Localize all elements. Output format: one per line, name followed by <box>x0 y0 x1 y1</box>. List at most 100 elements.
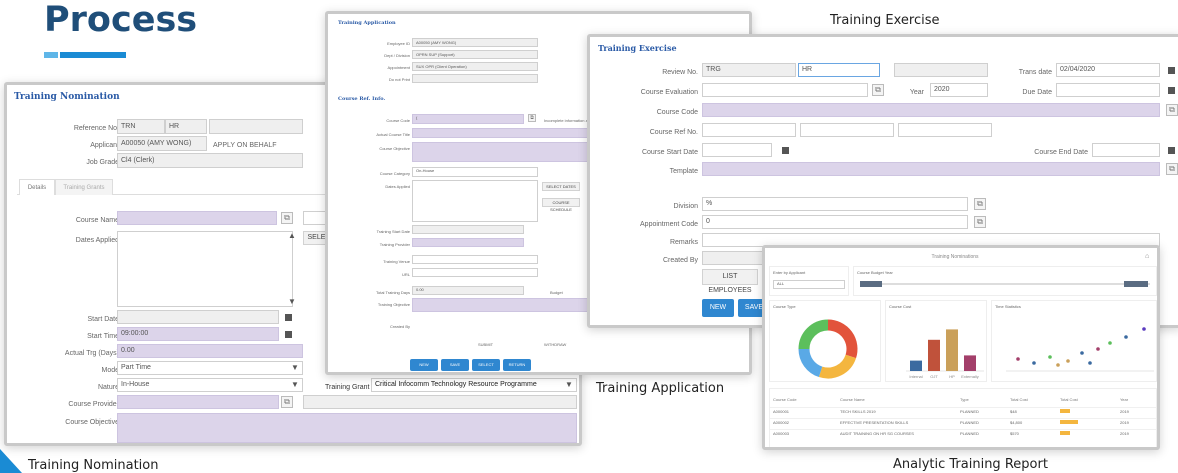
reference-dept-field[interactable]: HR <box>165 119 207 134</box>
course-name-label: Course Name <box>75 217 119 224</box>
template-lookup-icon[interactable]: ⧉ <box>1166 163 1178 175</box>
division-field[interactable]: % <box>702 197 968 211</box>
course-lookup-icon[interactable]: ⧉ <box>1166 104 1178 116</box>
save-button[interactable]: SAVE <box>441 359 469 371</box>
filter-select[interactable]: ALL <box>773 280 845 289</box>
course-name-field[interactable] <box>117 211 277 225</box>
home-icon[interactable]: ⌂ <box>1145 253 1149 260</box>
info-row-field[interactable]: SUX OPR (Client Operation) <box>412 62 538 71</box>
actual-training-days-field[interactable]: 0.00 <box>117 344 303 358</box>
table-header: Total Cost <box>1010 397 1028 402</box>
course-code-field[interactable]: ( <box>412 114 524 124</box>
filter-label: Course Budget Year <box>857 270 893 275</box>
return-button[interactable]: RETURN <box>503 359 531 371</box>
start-date-field[interactable] <box>117 310 279 324</box>
course-ref-label: Course Ref No. <box>649 129 698 136</box>
table-header: Course Name <box>840 397 865 402</box>
template-field[interactable] <box>702 162 1160 176</box>
apply-behalf-link[interactable]: APPLY ON BEHALF <box>213 142 277 149</box>
submit-link[interactable]: SUBMIT <box>478 342 493 347</box>
calendar-icon[interactable] <box>1168 67 1175 74</box>
scatter-point <box>1142 327 1146 331</box>
course-category-select[interactable]: On-House <box>412 167 538 177</box>
select-button[interactable]: SELECT <box>472 359 500 371</box>
calendar-icon[interactable] <box>1168 87 1175 94</box>
course-provider-field[interactable] <box>117 395 279 409</box>
table-cell: 2019 <box>1120 420 1129 425</box>
provider-lookup-icon[interactable]: ⧉ <box>281 396 293 408</box>
reference-prefix-field[interactable]: TRN <box>117 119 165 134</box>
clock-icon[interactable] <box>285 331 292 338</box>
start-time-field[interactable]: 09:00:00 <box>117 327 279 341</box>
due-date-field[interactable] <box>1056 83 1160 97</box>
filter-label: Enter by Applicant <box>773 270 806 275</box>
range-slider-start-handle[interactable] <box>860 281 882 287</box>
caption-training-application: Training Application <box>596 381 725 396</box>
training-start-field[interactable] <box>412 225 524 234</box>
scroll-down-icon[interactable]: ▼ <box>288 297 296 306</box>
course-type-donut-chart <box>798 319 858 379</box>
new-button[interactable]: NEW <box>410 359 438 371</box>
review-prefix-field[interactable]: TRG <box>702 63 796 77</box>
appointment-lookup-icon[interactable]: ⧉ <box>974 216 986 228</box>
course-evaluation-field[interactable] <box>702 83 868 97</box>
course-schedule-button[interactable]: COURSE SCHEDULE <box>542 198 580 212</box>
select-dates-button[interactable]: SELECT DATES <box>542 182 580 191</box>
course-start-field[interactable] <box>702 143 772 157</box>
course-end-field[interactable] <box>1092 143 1160 157</box>
info-row-field[interactable]: A00050 (AMY WONG) <box>412 38 538 47</box>
training-provider-field[interactable] <box>412 238 524 247</box>
info-row-field[interactable] <box>412 74 538 83</box>
actual-training-days-label: Actual Trg (Days) <box>64 350 119 357</box>
mode-select[interactable]: Part Time <box>117 361 303 375</box>
calendar-icon[interactable] <box>1168 147 1175 154</box>
total-training-days-label: Total Training Days <box>375 290 410 295</box>
job-grade-field[interactable]: Cl4 (Clerk) <box>117 153 303 168</box>
calendar-icon[interactable] <box>285 314 292 321</box>
course-objective-textarea[interactable] <box>117 413 577 443</box>
withdraw-link[interactable]: WITHDRAW <box>544 342 566 347</box>
review-number-field[interactable] <box>894 63 988 77</box>
dates-applied-textarea[interactable] <box>117 231 293 307</box>
window-title: Training Exercise <box>598 43 677 53</box>
course-lookup-icon[interactable]: ⧉ <box>281 212 293 224</box>
review-dept-field[interactable]: HR <box>798 63 880 77</box>
window-title: Training Nomination <box>14 92 120 102</box>
course-ref-field-3[interactable] <box>898 123 992 137</box>
tab-details[interactable]: Details <box>19 179 55 195</box>
evaluation-lookup-icon[interactable]: ⧉ <box>872 84 884 96</box>
appointment-code-field[interactable]: 0 <box>702 215 968 229</box>
course-ref-field-1[interactable] <box>702 123 796 137</box>
division-lookup-icon[interactable]: ⧉ <box>974 198 986 210</box>
nature-select[interactable]: In-House <box>117 378 303 392</box>
range-slider-end-handle[interactable] <box>1124 281 1148 287</box>
course-ref-field-2[interactable] <box>800 123 894 137</box>
dates-applied-textarea[interactable] <box>412 180 538 222</box>
scroll-up-icon[interactable]: ▲ <box>288 231 296 240</box>
applicant-field[interactable]: A00050 (AMY WONG) <box>117 136 207 151</box>
course-category-label: Course Category <box>379 171 410 176</box>
url-field[interactable] <box>412 268 538 277</box>
new-button[interactable]: NEW <box>702 299 734 317</box>
page-title: Process <box>44 0 198 40</box>
info-row-field[interactable]: OPRN SUP (Support) <box>412 50 538 59</box>
total-training-days-field[interactable]: 0.00 <box>412 286 524 295</box>
table-cell: A000003 <box>773 431 790 436</box>
info-row-label: Employee ID <box>387 41 410 46</box>
course-code-field[interactable] <box>702 103 1160 117</box>
tab-training-grants[interactable]: Training Grants <box>55 179 113 195</box>
calendar-icon[interactable] <box>782 147 789 154</box>
table-cell: $48 <box>1010 409 1017 414</box>
list-employees-button[interactable]: LIST EMPLOYEES <box>702 269 758 294</box>
range-slider-track[interactable] <box>860 283 1150 285</box>
course-cost-bar-chart: Internal OJT HP Externally <box>906 329 984 379</box>
remarks-label: Remarks <box>669 239 698 246</box>
course-provider-name-field[interactable] <box>303 395 577 409</box>
reference-number-field[interactable] <box>209 119 303 134</box>
training-venue-field[interactable] <box>412 255 538 264</box>
course-lookup-icon[interactable]: ⧉ <box>528 114 536 122</box>
training-grant-select[interactable]: Critical Infocomm Technology Resource Pr… <box>371 378 577 392</box>
trans-date-field[interactable]: 02/04/2020 <box>1056 63 1160 77</box>
cost-bar <box>1060 420 1078 424</box>
year-field[interactable]: 2020 <box>930 83 988 97</box>
